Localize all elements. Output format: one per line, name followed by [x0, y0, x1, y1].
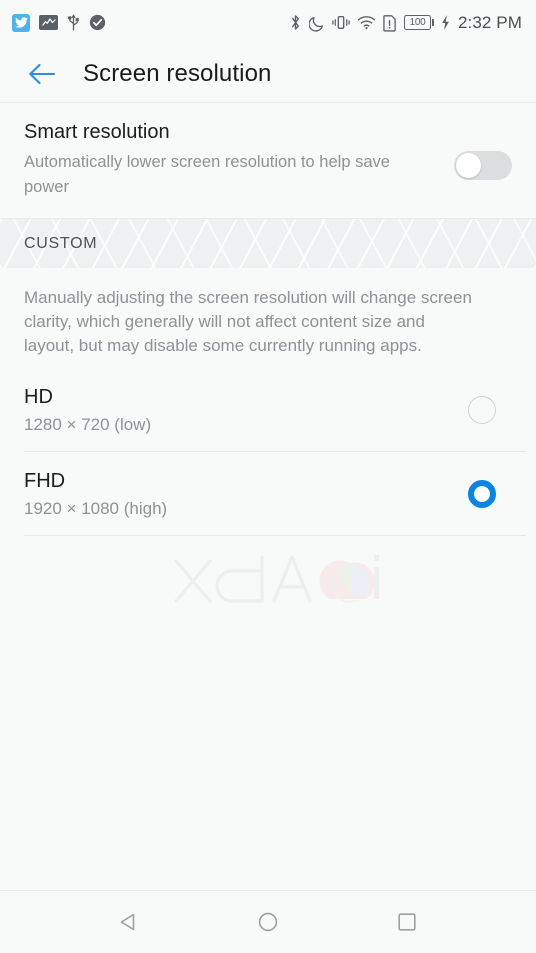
battery-cap	[431, 19, 434, 26]
app-bar: Screen resolution	[0, 45, 536, 103]
smart-resolution-toggle[interactable]	[454, 151, 512, 180]
smart-resolution-title: Smart resolution	[24, 121, 170, 143]
resolution-option-fhd[interactable]: FHD 1920 × 1080 (high)	[0, 452, 536, 536]
vibrate-icon	[332, 14, 350, 31]
radio-button-fhd[interactable]	[468, 480, 496, 508]
resolution-option-hd[interactable]: HD 1280 × 720 (low)	[0, 368, 536, 452]
battery-icon: 100	[403, 15, 434, 30]
toggle-knob	[456, 153, 481, 178]
xda-watermark	[170, 551, 390, 613]
smart-resolution-subtitle: Automatically lower screen resolution to…	[24, 153, 390, 196]
back-arrow-icon[interactable]	[22, 54, 62, 94]
radio-button-hd[interactable]	[468, 396, 496, 424]
status-bar-right-icons: 100 2:32 PM	[289, 13, 522, 33]
charging-bolt-icon	[441, 14, 450, 31]
smart-resolution-row[interactable]: Smart resolution Automatically lower scr…	[0, 103, 536, 218]
bluetooth-icon	[289, 13, 302, 32]
twitter-app-icon	[12, 13, 30, 32]
status-bar: 100 2:32 PM	[0, 0, 536, 45]
page-title: Screen resolution	[83, 59, 272, 87]
navigation-bar	[0, 890, 536, 953]
status-bar-clock: 2:32 PM	[457, 12, 522, 32]
option-subtitle: 1280 × 720 (low)	[24, 414, 152, 434]
custom-section-header: CUSTOM	[0, 218, 536, 268]
nav-recents-button[interactable]	[379, 894, 435, 950]
sim-card-alert-icon	[383, 14, 397, 32]
row-divider	[24, 535, 526, 536]
smart-resolution-texts: Smart resolution Automatically lower scr…	[24, 119, 454, 200]
usb-icon	[67, 13, 80, 32]
option-texts: HD 1280 × 720 (low)	[24, 385, 468, 436]
option-texts: FHD 1920 × 1080 (high)	[24, 469, 468, 520]
option-subtitle: 1920 × 1080 (high)	[24, 498, 168, 518]
custom-section-description: Manually adjusting the screen resolution…	[24, 288, 472, 355]
option-title: FHD	[24, 469, 66, 492]
option-title: HD	[24, 385, 53, 408]
custom-section-label: CUSTOM	[24, 234, 98, 252]
status-bar-left-icons	[12, 13, 106, 32]
settings-rows: Smart resolution Automatically lower scr…	[0, 103, 536, 536]
do-not-disturb-moon-icon	[308, 14, 325, 32]
nav-back-button[interactable]	[101, 894, 157, 950]
nav-home-button[interactable]	[240, 894, 296, 950]
settings-content: Smart resolution Automatically lower scr…	[0, 103, 536, 890]
checkmark-circle-icon	[89, 14, 106, 31]
battery-level-label: 100	[409, 16, 426, 28]
battery-body: 100	[403, 15, 431, 30]
stats-chart-icon	[39, 15, 58, 30]
phone-screen: 100 2:32 PM Screen resolution Smart reso…	[0, 0, 536, 953]
wifi-icon	[357, 15, 376, 30]
